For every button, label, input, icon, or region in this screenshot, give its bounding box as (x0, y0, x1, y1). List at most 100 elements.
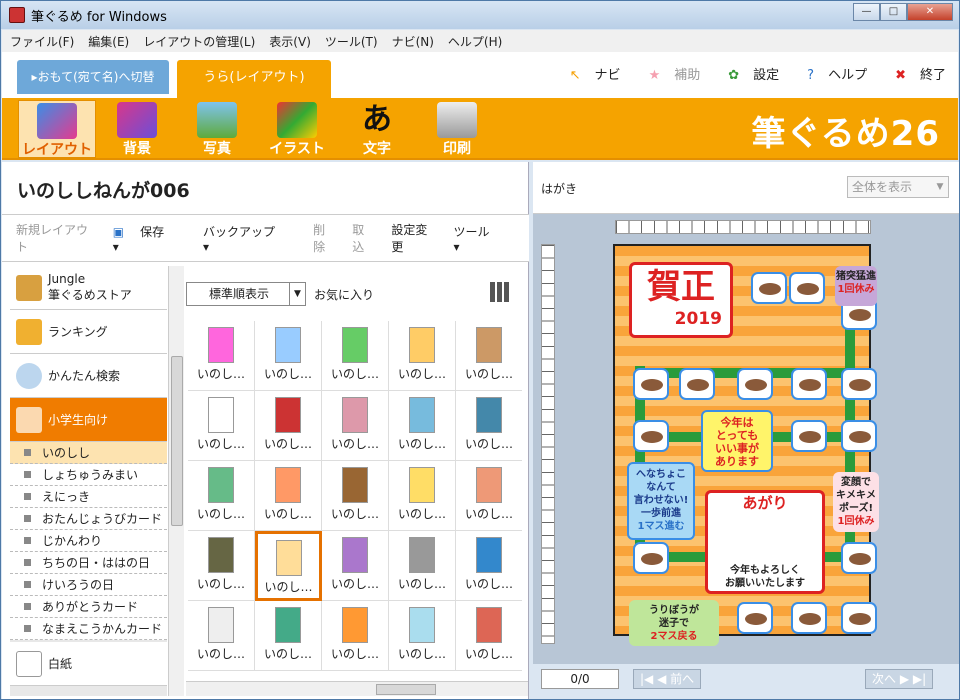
menu-navi[interactable]: ナビ(N) (392, 33, 434, 50)
save-button[interactable]: ▣ 保存 ▾ (113, 223, 187, 254)
grid-view-icon[interactable] (490, 282, 510, 302)
board-square-3: へなちょこ なんて 言わせない! 一歩前進 1マス進む (627, 462, 695, 540)
template-thumbnail[interactable]: いのし… (188, 461, 255, 531)
category-scrollbar[interactable] (168, 266, 184, 696)
menu-layout[interactable]: レイアウトの管理(L) (143, 33, 255, 50)
thumbnail-label: いのし… (397, 437, 446, 451)
grid-horizontal-scrollbar[interactable] (186, 681, 528, 696)
settings-button[interactable]: ✿ 設定 (714, 64, 779, 83)
thumbnail-label: いのし… (464, 507, 513, 521)
board-square-1: 猪突猛進 1回休み (835, 266, 877, 306)
layout-icon (37, 103, 77, 139)
thumbnail-image (342, 397, 368, 433)
template-thumbnail[interactable]: いのし… (188, 531, 255, 601)
menu-view[interactable]: 表示(V) (269, 33, 311, 50)
layout-title: いのししねんが006 (17, 180, 190, 202)
thumbnail-label: いのし… (397, 507, 446, 521)
subcategory-item[interactable]: えにっき (10, 486, 167, 508)
delete-button[interactable]: 削除 (313, 221, 336, 255)
template-thumbnail[interactable]: いのし… (188, 391, 255, 461)
product-logo: 筆ぐるめ26 (751, 114, 940, 154)
subcategory-item[interactable]: ありがとうカード (10, 596, 167, 618)
ribbon-illust[interactable]: イラスト (258, 100, 336, 158)
crown-icon (16, 319, 42, 345)
template-thumbnail[interactable]: いのし… (389, 601, 456, 671)
tools-button[interactable]: ツール ▾ (454, 223, 513, 254)
board-square-2: 今年は とっても いい事が あります (701, 410, 773, 472)
zoom-select[interactable]: 全体を表示 ▼ (847, 176, 949, 198)
subcategory-item[interactable]: しょちゅうみまい (10, 464, 167, 486)
settings-change-button[interactable]: 設定変更 (391, 221, 437, 255)
category-plain[interactable]: 白紙 (10, 642, 167, 686)
category-shougakusei[interactable]: 小学生向け (10, 398, 167, 442)
tab-back-layout[interactable]: うら(レイアウト) (177, 60, 331, 98)
menu-help[interactable]: ヘルプ(H) (448, 33, 502, 50)
template-thumbnail[interactable]: いのし… (322, 321, 389, 391)
subcategory-item[interactable]: いのしし (10, 442, 167, 464)
subcategory-item[interactable]: ちちの日・ははの日 (10, 552, 167, 574)
category-ranking[interactable]: ランキング (10, 310, 167, 354)
navi-button[interactable]: ↖ ナビ (556, 64, 621, 83)
template-thumbnail[interactable]: いのし… (389, 391, 456, 461)
prev-page-button[interactable]: |◀ ◀ 前へ (633, 669, 702, 689)
template-thumbnail[interactable]: いのし… (456, 461, 522, 531)
exit-button[interactable]: ✖ 終了 (881, 64, 946, 83)
menu-file[interactable]: ファイル(F) (10, 33, 74, 50)
tab-front-address[interactable]: ▸おもて(宛て名)へ切替 (17, 60, 169, 94)
template-thumbnail[interactable]: いのし… (255, 601, 322, 671)
minimize-button[interactable]: — (853, 3, 880, 21)
subcategory-item[interactable]: けいろうの日 (10, 574, 167, 596)
template-thumbnail[interactable]: いのし… (456, 531, 522, 601)
thumbnail-label: いのし… (330, 577, 379, 591)
thumbnail-image (409, 467, 435, 503)
ribbon-layout[interactable]: レイアウト (18, 100, 96, 158)
template-thumbnail[interactable]: いのし… (255, 461, 322, 531)
close-button[interactable]: ✕ (907, 3, 953, 21)
ribbon-print[interactable]: 印刷 (418, 100, 496, 158)
template-thumbnail[interactable]: いのし… (322, 531, 389, 601)
thumbnail-label: いのし… (263, 647, 312, 661)
favorites-link[interactable]: お気に入り (314, 286, 374, 303)
template-thumbnail[interactable]: いのし… (389, 321, 456, 391)
template-thumbnail[interactable]: いのし… (389, 461, 456, 531)
template-thumbnail[interactable]: いのし… (456, 601, 522, 671)
backup-button[interactable]: バックアップ ▾ (203, 223, 297, 254)
left-panel: いのししねんが006 新規レイアウト ▣ 保存 ▾ バックアップ ▾ 削除 取込 … (2, 162, 529, 699)
template-thumbnail[interactable]: いのし… (456, 391, 522, 461)
next-page-button[interactable]: 次へ ▶ ▶| (865, 669, 934, 689)
subcategory-item[interactable]: なまえこうかんカード (10, 618, 167, 640)
thumbnail-image (275, 607, 301, 643)
postcard-preview[interactable]: 賀正 2019 猪突猛進 1回休み 今年は とっても いい事が あります へなち… (613, 244, 879, 646)
thumbnail-label: いのし… (464, 367, 513, 381)
sort-select[interactable]: 標準順表示 ▼ (186, 282, 306, 306)
page-number: 0/0 (541, 669, 619, 689)
subcategory-item[interactable]: じかんわり (10, 530, 167, 552)
template-thumbnail[interactable]: いのし… (322, 461, 389, 531)
new-layout-button[interactable]: 新規レイアウト (16, 221, 97, 255)
ribbon-background[interactable]: 背景 (98, 100, 176, 158)
template-thumbnail[interactable]: いのし… (188, 601, 255, 671)
subcategory-item[interactable]: おたんじょうびカード (10, 508, 167, 530)
menu-edit[interactable]: 編集(E) (88, 33, 129, 50)
category-search[interactable]: かんたん検索 (10, 354, 167, 398)
category-store[interactable]: Jungle 筆ぐるめストア (10, 266, 167, 310)
preview-canvas[interactable]: 賀正 2019 猪突猛進 1回休み 今年は とっても いい事が あります へなち… (533, 214, 959, 664)
template-thumbnail[interactable]: いのし… (456, 321, 522, 391)
thumbnail-image (342, 537, 368, 573)
help-button[interactable]: ? ヘルプ (793, 64, 867, 83)
ribbon-text[interactable]: あ文字 (338, 100, 416, 158)
template-thumbnail[interactable]: いのし… (322, 601, 389, 671)
ribbon-photo[interactable]: 写真 (178, 100, 256, 158)
template-thumbnail[interactable]: いのし… (255, 321, 322, 391)
hojo-button[interactable]: ★ 補助 (635, 64, 701, 83)
agari-goal: あがり 今年もよろしく お願いいたします (705, 490, 825, 594)
import-button[interactable]: 取込 (352, 221, 375, 255)
thumbnail-image (208, 537, 234, 573)
menu-tool[interactable]: ツール(T) (325, 33, 378, 50)
template-thumbnail[interactable]: いのし… (255, 391, 322, 461)
template-thumbnail[interactable]: いのし… (188, 321, 255, 391)
template-thumbnail[interactable]: いのし… (255, 531, 322, 601)
template-thumbnail[interactable]: いのし… (322, 391, 389, 461)
maximize-button[interactable]: □ (880, 3, 907, 21)
template-thumbnail[interactable]: いのし… (389, 531, 456, 601)
